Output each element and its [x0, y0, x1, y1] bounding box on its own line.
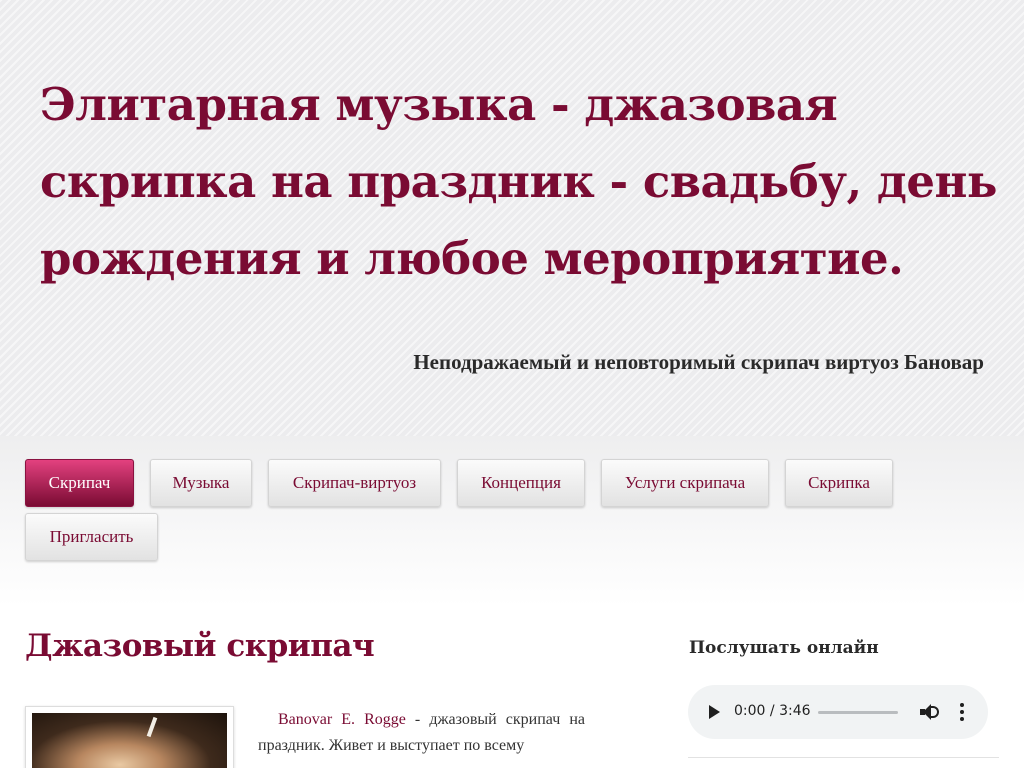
menu-item-concept[interactable]: Концепция — [457, 459, 585, 507]
menu-item-virtuoso[interactable]: Скрипач-виртуоз — [268, 459, 441, 507]
violinist-photo — [32, 713, 227, 768]
site-title[interactable]: Элитарная музыка - джазовая скрипка на п… — [40, 66, 1000, 297]
site-header: Элитарная музыка - джазовая скрипка на п… — [0, 0, 1024, 436]
audio-time-separator: / — [765, 703, 780, 719]
violin-bow-shape — [146, 716, 158, 738]
audio-player[interactable]: 0:00 / 3:46 — [688, 685, 988, 739]
audio-progress-bar[interactable] — [818, 711, 898, 714]
menu-item-services[interactable]: Услуги скрипача — [601, 459, 769, 507]
artist-name-link[interactable]: Banovar E. Rogge — [278, 711, 406, 728]
menu-item-invite[interactable]: Пригласить — [25, 513, 158, 561]
article-intro: Banovar E. Rogge - джазовый скрипач на п… — [258, 707, 585, 759]
menu-item-music[interactable]: Музыка — [150, 459, 252, 507]
play-icon[interactable] — [709, 705, 720, 719]
audio-current-time: 0:00 — [734, 703, 766, 719]
site-slogan: Неподражаемый и неповторимый скрипач вир… — [413, 350, 984, 374]
menu-item-violin[interactable]: Скрипка — [785, 459, 893, 507]
volume-icon[interactable] — [920, 704, 940, 720]
sidebar-divider — [688, 757, 999, 758]
page-title: Джазовый скрипач — [25, 628, 375, 664]
menu-item-violinist[interactable]: Скрипач — [25, 459, 134, 507]
audio-time: 0:00 / 3:46 — [734, 703, 811, 719]
violinist-photo-frame — [25, 706, 234, 768]
audio-duration: 3:46 — [779, 703, 811, 719]
more-vertical-icon[interactable] — [960, 703, 964, 721]
sidebar-title: Послушать онлайн — [689, 638, 879, 658]
